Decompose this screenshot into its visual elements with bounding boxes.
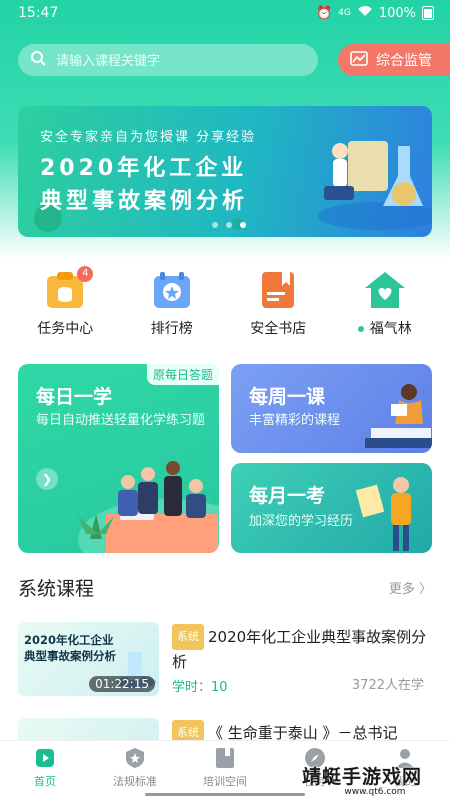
chevron-right-icon: 〉 [418, 582, 432, 597]
course-title: 《 生命重于泰山 》－总书记 [208, 724, 398, 740]
reading-illustration [365, 384, 432, 448]
course-item[interactable]: 系统《 生命重于泰山 》－总书记 [18, 718, 432, 740]
system-nav-bar [145, 793, 305, 796]
quick-nav-bookstore[interactable]: 安全书店 [228, 270, 328, 338]
battery-icon [422, 6, 434, 20]
quick-nav-label: 排行榜 [150, 321, 193, 337]
regulation-icon [126, 748, 144, 768]
ranking-icon [150, 270, 194, 310]
task-badge: 4 [77, 266, 94, 282]
site-watermark: 靖蜓手游戏网 www.qt6.com [302, 762, 448, 800]
banner-title-line2: 典型事故案例分析 [40, 189, 249, 214]
course-title-wrap: 系统《 生命重于泰山 》－总书记 [172, 720, 432, 740]
system-courses-header: 系统课程 更多 〉 [18, 574, 432, 601]
course-tag: 系统 [172, 720, 204, 740]
tab-home[interactable]: 首页 [0, 741, 90, 800]
battery-percent: 100% [378, 5, 416, 21]
new-indicator-dot [357, 326, 364, 332]
course-item[interactable]: 2020年化工企业 典型事故案例分析 01:22:15 系统 2020年化工企业典… [18, 622, 432, 700]
tab-label: 首页 [34, 775, 56, 788]
daily-learning-card[interactable]: 原每日答题 每日一学 每日自动推送轻量化学练习题 ❯ [18, 364, 219, 553]
quick-nav-label: 福气林 [369, 321, 412, 337]
tab-training[interactable]: 培训空间 [180, 741, 270, 800]
fortune-forest-icon [363, 270, 407, 310]
course-thumbnail: 2020年化工企业 典型事故案例分析 01:22:15 [18, 622, 159, 696]
alarm-icon: ⏰ [315, 5, 333, 21]
signal-icon: 4G [338, 8, 351, 18]
search-bar[interactable] [18, 44, 318, 76]
bookstore-icon [256, 270, 300, 310]
course-title-wrap: 系统 2020年化工企业典型事故案例分析 [172, 624, 432, 674]
banner-subtitle: 安全专家亲自为您授课 分享经验 [40, 130, 257, 145]
status-icons: ⏰ 4G 100% [316, 5, 434, 21]
quick-nav-label-wrap: 福气林 [357, 318, 412, 338]
pagination-dot[interactable] [226, 222, 232, 228]
monthly-exam-card[interactable]: 每月一考 加深您的学习经历 [231, 463, 432, 553]
watermark-title: 靖蜓手游戏网 [302, 766, 423, 788]
banner-pagination [212, 222, 246, 228]
tab-label: 培训空间 [203, 775, 247, 788]
quick-nav-task-center[interactable]: 4 任务中心 [15, 266, 115, 338]
training-icon [216, 748, 234, 768]
tab-regulations[interactable]: 法规标准 [90, 741, 180, 800]
comprehensive-supervision-button[interactable]: 综合监管 [338, 44, 450, 76]
status-time: 15:47 [18, 5, 59, 21]
exam-illustration [355, 477, 411, 551]
quick-nav-label: 任务中心 [37, 321, 94, 337]
course-hours: 学时：10 [172, 680, 228, 695]
quick-nav-label: 安全书店 [250, 321, 307, 337]
pagination-dot[interactable] [212, 222, 218, 228]
home-icon [36, 749, 54, 767]
learner-count: 3722人在学 [351, 678, 424, 693]
pagination-dot-active[interactable] [240, 222, 246, 228]
monitor-button-label: 综合监管 [376, 52, 432, 68]
search-input[interactable] [56, 52, 286, 68]
weekly-course-card[interactable]: 每周一课 丰富精彩的课程 [231, 364, 432, 453]
promo-banner[interactable]: 安全专家亲自为您授课 分享经验 2020年化工企业 典型事故案例分析 [18, 106, 432, 237]
quick-nav: 4 任务中心 排行榜 安全书店 福气林 [0, 266, 450, 338]
banner-title-line1: 2020年化工企业 [40, 156, 248, 181]
quick-nav-ranking[interactable]: 排行榜 [122, 270, 222, 338]
course-title: 2020年化工企业典型事故案例分析 [172, 628, 427, 671]
chart-icon [350, 50, 368, 70]
section-title: 系统课程 [18, 578, 95, 600]
video-duration: 01:22:15 [89, 676, 155, 692]
meeting-illustration [78, 461, 219, 553]
more-link[interactable]: 更多 〉 [389, 578, 432, 597]
app-screen: 15:47 ⏰ 4G 100% 综合监管 [0, 0, 450, 800]
task-icon: 4 [43, 266, 94, 310]
status-bar: 15:47 ⏰ 4G 100% [0, 0, 450, 26]
course-thumbnail [18, 718, 159, 740]
wifi-icon [357, 5, 373, 21]
tab-label: 法规标准 [113, 775, 157, 788]
quick-nav-fortune-forest[interactable]: 福气林 [335, 270, 435, 338]
more-label: 更多 [388, 582, 415, 597]
course-tag: 系统 [172, 624, 204, 650]
search-icon [30, 50, 46, 70]
